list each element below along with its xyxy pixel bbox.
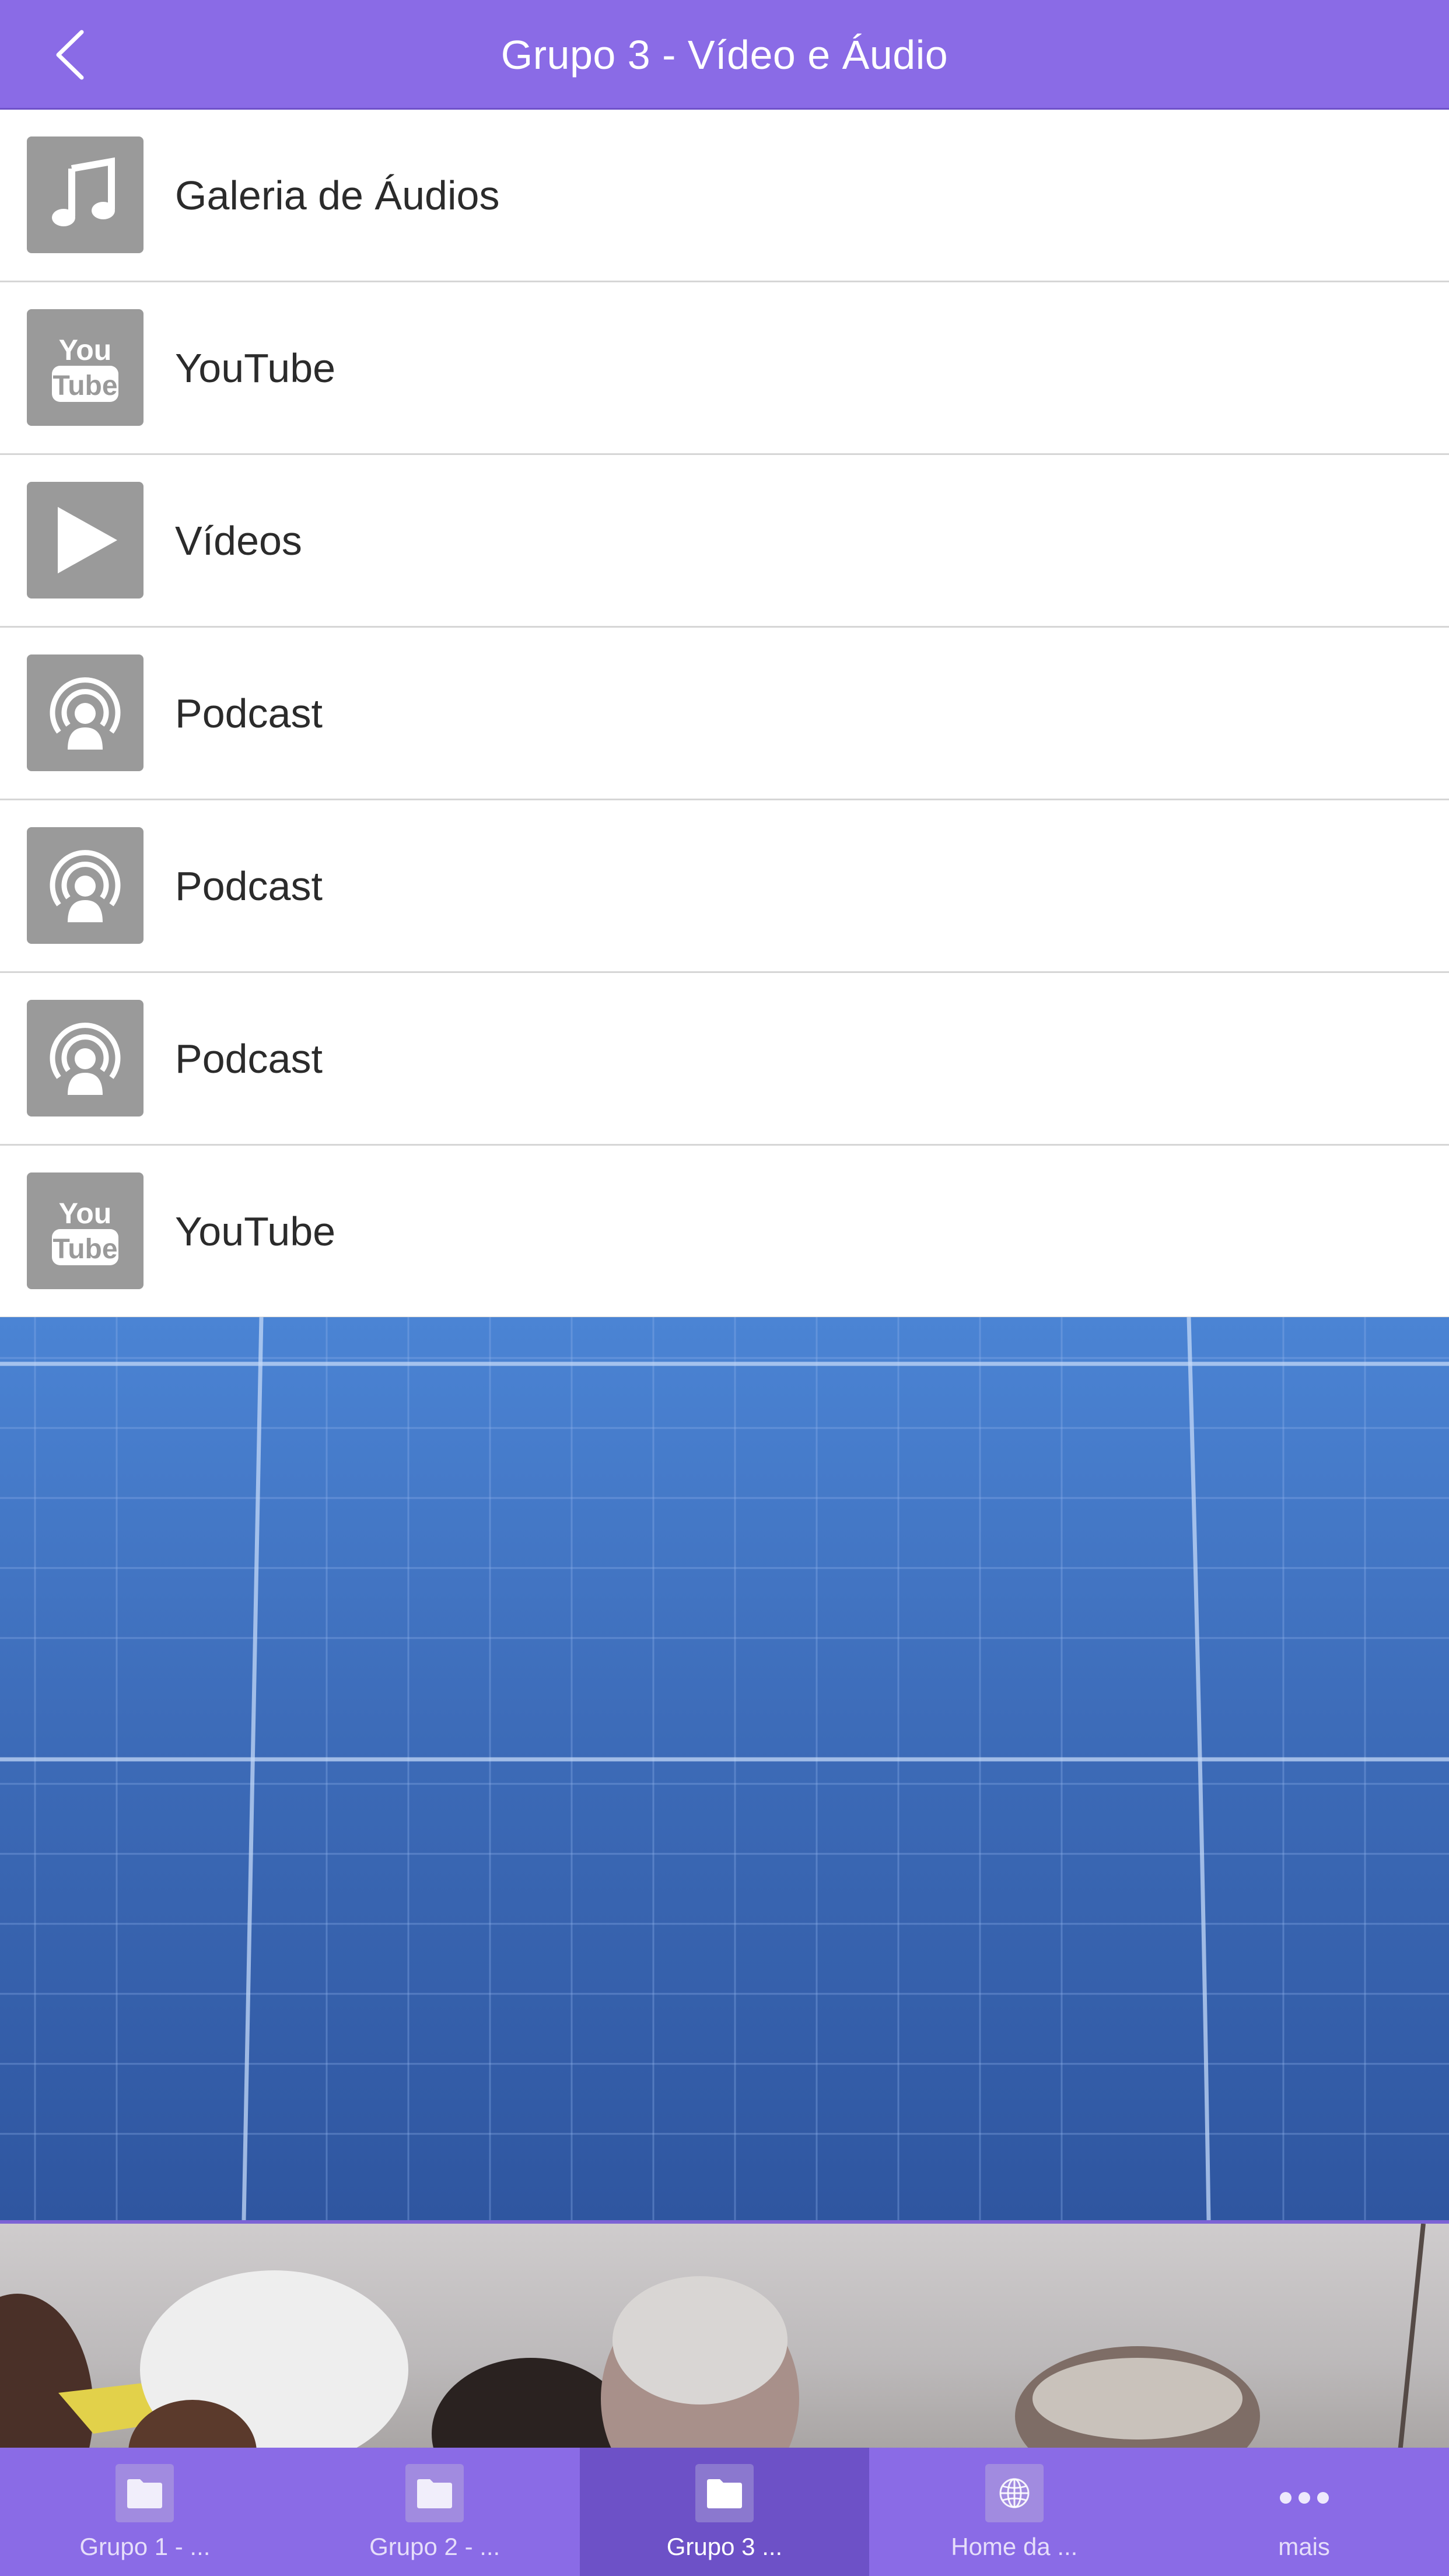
- svg-text:Tube: Tube: [52, 1234, 117, 1265]
- folder-icon: [116, 2464, 174, 2522]
- list-item-label: Podcast: [175, 690, 323, 736]
- youtube-icon: You Tube: [27, 1172, 144, 1289]
- podcast-icon: [27, 827, 144, 944]
- svg-text:You: You: [59, 334, 112, 366]
- menu-list: Galeria de Áudios You Tube YouTube Vídeo…: [0, 110, 1449, 1318]
- globe-icon: [985, 2464, 1044, 2522]
- play-icon: [27, 482, 144, 598]
- page-title: Grupo 3 - Vídeo e Áudio: [501, 32, 949, 78]
- podcast-icon: [27, 654, 144, 771]
- tab-grupo-2[interactable]: Grupo 2 - ...: [290, 2448, 580, 2576]
- list-item-label: Podcast: [175, 1035, 323, 1082]
- tab-bar: Grupo 1 - ... Grupo 2 - ... Grupo 3 ...: [0, 2448, 1449, 2576]
- list-item-videos[interactable]: Vídeos: [0, 455, 1449, 628]
- app-screen: Grupo 3 - Vídeo e Áudio Galeria de Áudio…: [0, 0, 1449, 2576]
- back-button[interactable]: [41, 26, 99, 84]
- folder-icon: [695, 2464, 754, 2522]
- list-item-youtube[interactable]: You Tube YouTube: [0, 1146, 1449, 1318]
- tab-label: Grupo 2 - ...: [369, 2533, 501, 2560]
- list-item-podcast[interactable]: Podcast: [0, 628, 1449, 800]
- list-item-label: YouTube: [175, 1208, 336, 1254]
- tab-label: Grupo 3 ...: [666, 2533, 783, 2560]
- list-item-label: Vídeos: [175, 517, 302, 564]
- svg-text:You: You: [59, 1197, 112, 1230]
- svg-text:Tube: Tube: [52, 370, 117, 401]
- youtube-icon: You Tube: [27, 309, 144, 426]
- list-item-youtube[interactable]: You Tube YouTube: [0, 282, 1449, 455]
- podcast-icon: [27, 1000, 144, 1116]
- navigation-bar: Grupo 3 - Vídeo e Áudio: [0, 0, 1449, 110]
- tab-label: mais: [1278, 2533, 1330, 2560]
- tab-label: Home da ...: [951, 2533, 1078, 2560]
- list-item-label: Galeria de Áudios: [175, 172, 500, 218]
- chevron-left-icon: [56, 30, 84, 80]
- list-item-podcast[interactable]: Podcast: [0, 800, 1449, 973]
- list-item-label: Podcast: [175, 863, 323, 909]
- tab-grupo-1[interactable]: Grupo 1 - ...: [0, 2448, 290, 2576]
- music-note-icon: [27, 136, 144, 253]
- list-item-galeria-de-audios[interactable]: Galeria de Áudios: [0, 110, 1449, 282]
- list-item-podcast[interactable]: Podcast: [0, 973, 1449, 1146]
- tab-label: Grupo 1 - ...: [79, 2533, 211, 2560]
- tab-more[interactable]: mais: [1159, 2448, 1449, 2576]
- more-dots-icon: [1275, 2464, 1334, 2522]
- list-item-label: YouTube: [175, 345, 336, 391]
- photo-image: [0, 2220, 1449, 2449]
- banner-image: [0, 1317, 1449, 2220]
- folder-icon: [405, 2464, 464, 2522]
- tab-home[interactable]: Home da ...: [869, 2448, 1159, 2576]
- tab-grupo-3[interactable]: Grupo 3 ...: [579, 2448, 870, 2576]
